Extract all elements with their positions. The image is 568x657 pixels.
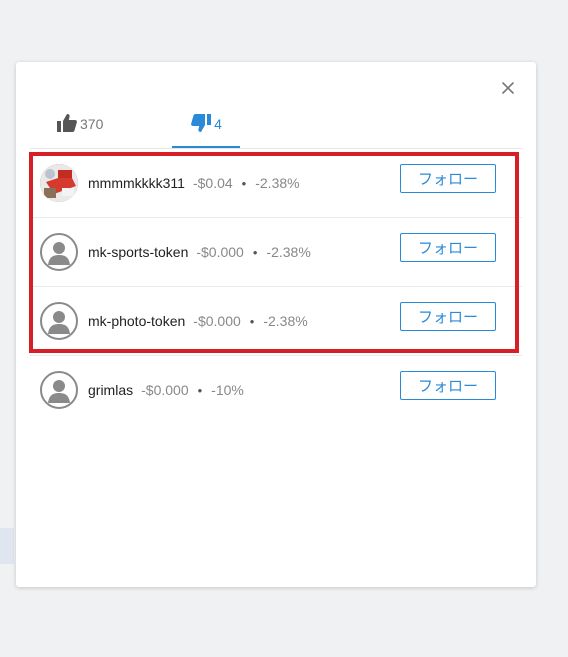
backdrop-panel — [0, 528, 14, 564]
vote-amount: -$0.000 — [193, 313, 241, 329]
dislike-count: 4 — [214, 116, 222, 132]
vote-tabs: 370 4 — [56, 102, 516, 148]
username[interactable]: grimlas — [88, 382, 133, 398]
list-item: mk-sports-token -$0.000 • -2.38% フォロー — [30, 218, 522, 287]
follow-button[interactable]: フォロー — [400, 371, 496, 400]
avatar[interactable] — [40, 164, 78, 202]
votes-modal: 370 4 mmmmkkkk311 -$0.04 • -2.38% フォロー m… — [16, 62, 536, 587]
avatar[interactable] — [40, 302, 78, 340]
username[interactable]: mmmmkkkk311 — [88, 175, 185, 191]
tab-likes[interactable]: 370 — [56, 102, 103, 146]
close-icon[interactable] — [500, 80, 516, 96]
thumbs-down-icon — [190, 113, 212, 136]
follow-button[interactable]: フォロー — [400, 302, 496, 331]
username[interactable]: mk-photo-token — [88, 313, 185, 329]
like-count: 370 — [80, 116, 104, 132]
vote-percent: -2.38% — [255, 175, 300, 191]
tab-dislikes[interactable]: 4 — [172, 102, 240, 148]
vote-percent: -10% — [211, 382, 244, 398]
thumbs-up-icon — [56, 113, 78, 136]
vote-amount: -$0.000 — [196, 244, 244, 260]
list-item: mk-photo-token -$0.000 • -2.38% フォロー — [30, 287, 522, 356]
voter-info: mk-sports-token -$0.000 • -2.38% — [88, 218, 311, 286]
vote-amount: -$0.000 — [141, 382, 189, 398]
list-item: mmmmkkkk311 -$0.04 • -2.38% フォロー — [30, 149, 522, 218]
follow-button[interactable]: フォロー — [400, 164, 496, 193]
voter-info: mmmmkkkk311 -$0.04 • -2.38% — [88, 149, 300, 217]
separator-dot: • — [252, 244, 258, 260]
voter-info: grimlas -$0.000 • -10% — [88, 356, 244, 424]
list-item: grimlas -$0.000 • -10% フォロー — [30, 356, 522, 424]
vote-percent: -2.38% — [266, 244, 311, 260]
vote-amount: -$0.04 — [192, 175, 233, 191]
separator-dot: • — [197, 382, 203, 398]
voter-list: mmmmkkkk311 -$0.04 • -2.38% フォロー mk-spor… — [30, 149, 522, 424]
voter-info: mk-photo-token -$0.000 • -2.38% — [88, 287, 308, 355]
avatar[interactable] — [40, 371, 78, 409]
vote-percent: -2.38% — [263, 313, 308, 329]
username[interactable]: mk-sports-token — [88, 244, 188, 260]
avatar[interactable] — [40, 233, 78, 271]
separator-dot: • — [241, 175, 247, 191]
separator-dot: • — [249, 313, 255, 329]
follow-button[interactable]: フォロー — [400, 233, 496, 262]
